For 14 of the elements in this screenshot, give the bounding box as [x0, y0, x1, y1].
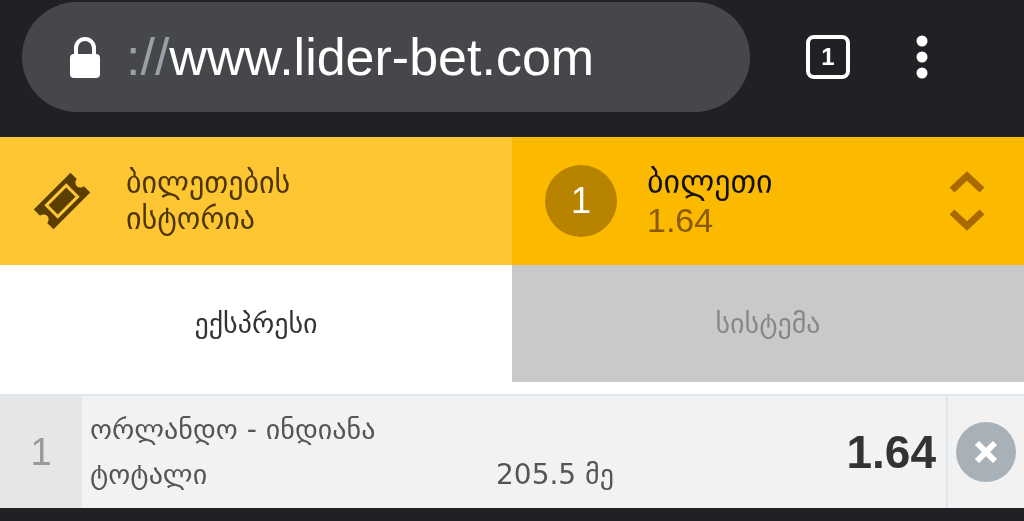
total-odds: 1.64	[647, 200, 714, 240]
bet-number: 1	[0, 396, 82, 508]
menu-icon[interactable]	[916, 34, 928, 79]
expand-collapse-icon[interactable]	[948, 170, 986, 232]
market-name: ტოტალი	[90, 458, 209, 491]
close-icon	[973, 439, 999, 465]
market-line: 205.5 მე	[496, 458, 614, 491]
address-bar[interactable]: ://www.lider-bet.com	[22, 1, 750, 112]
event-name: ორლანდო - ინდიანა	[90, 413, 377, 446]
url-text: ://www.lider-bet.com	[126, 26, 595, 87]
lock-icon	[68, 35, 102, 78]
ticket-count-badge: 1	[545, 165, 617, 237]
ticket-title: ბილეთი	[647, 162, 773, 201]
tab-count-button[interactable]: 1	[806, 34, 850, 79]
